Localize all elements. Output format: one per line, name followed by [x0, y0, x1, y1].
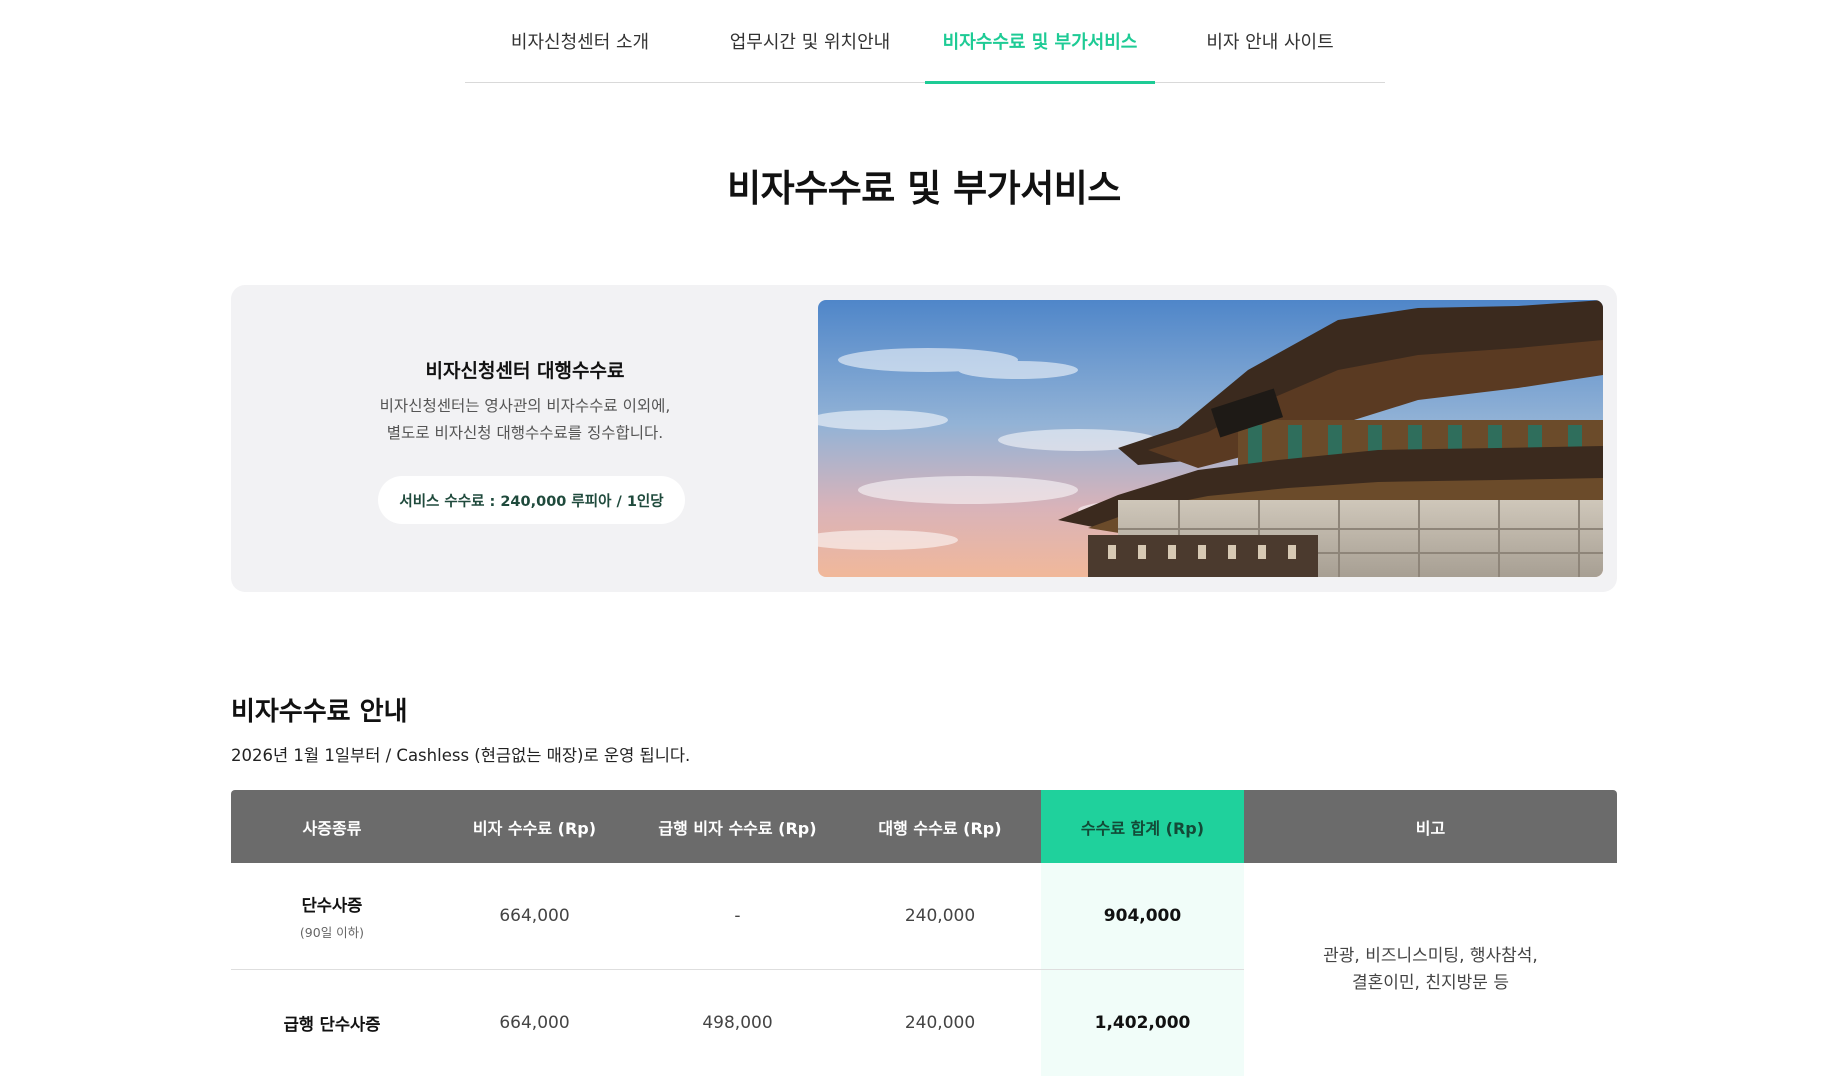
sub-navigation-tabs: 비자신청센터 소개 업무시간 및 위치안내 비자수수료 및 부가서비스 비자 안…: [465, 0, 1385, 83]
visa-type-cell: 단수사증 (90일 이하): [231, 863, 433, 970]
table-header-row: 사증종류 비자 수수료 (Rp) 급행 비자 수수료 (Rp) 대행 수수료 (…: [231, 790, 1617, 863]
agency-fee-cell: 240,000: [839, 970, 1041, 1076]
header-remark: 비고: [1244, 790, 1617, 863]
tab-hours-location[interactable]: 업무시간 및 위치안내: [695, 0, 925, 82]
header-total-fee: 수수료 합계 (Rp): [1041, 790, 1244, 863]
hero-text-block: 비자신청센터 대행수수료 비자신청센터는 영사관의 비자수수료 이외에, 별도로…: [231, 285, 819, 592]
remark-line-2: 결혼이민, 친지방문 등: [1244, 970, 1617, 997]
visa-fee-cell: 664,000: [433, 863, 636, 970]
visa-type-name: 급행 단수사증: [231, 1011, 433, 1035]
cashless-notice: 2026년 1월 1일부터 / Cashless (현금없는 매장)로 운영 됩…: [231, 742, 690, 766]
header-express-fee: 급행 비자 수수료 (Rp): [636, 790, 839, 863]
total-fee-cell: 904,000: [1041, 863, 1244, 970]
hero-description-line-1: 비자신청센터는 영사관의 비자수수료 이외에,: [231, 393, 819, 420]
table-row: 단수사증 (90일 이하) 664,000 - 240,000 904,000 …: [231, 863, 1617, 970]
tab-visa-center-intro[interactable]: 비자신청센터 소개: [465, 0, 695, 82]
service-fee-hero-card: 비자신청센터 대행수수료 비자신청센터는 영사관의 비자수수료 이외에, 별도로…: [231, 285, 1617, 592]
header-agency-fee: 대행 수수료 (Rp): [839, 790, 1041, 863]
palace-gate-image: [818, 300, 1603, 577]
express-fee-cell: -: [636, 863, 839, 970]
total-fee-cell: 1,402,000: [1041, 970, 1244, 1076]
remark-line-1: 관광, 비즈니스미팅, 행사참석,: [1244, 943, 1617, 970]
hero-description: 비자신청센터는 영사관의 비자수수료 이외에, 별도로 비자신청 대행수수료를 …: [231, 393, 819, 447]
visa-type-name: 단수사증: [231, 892, 433, 916]
service-fee-badge: 서비스 수수료 : 240,000 루피아 / 1인당: [378, 476, 685, 524]
hero-description-line-2: 별도로 비자신청 대행수수료를 징수합니다.: [231, 420, 819, 447]
fee-section-title: 비자수수료 안내: [231, 691, 408, 728]
agency-fee-cell: 240,000: [839, 863, 1041, 970]
visa-fee-table: 사증종류 비자 수수료 (Rp) 급행 비자 수수료 (Rp) 대행 수수료 (…: [231, 790, 1617, 1076]
tab-visa-info-site[interactable]: 비자 안내 사이트: [1155, 0, 1385, 82]
page-title: 비자수수료 및 부가서비스: [0, 158, 1848, 212]
visa-type-cell: 급행 단수사증: [231, 970, 433, 1076]
visa-fee-cell: 664,000: [433, 970, 636, 1076]
express-fee-cell: 498,000: [636, 970, 839, 1076]
header-visa-type: 사증종류: [231, 790, 433, 863]
tab-fees-services[interactable]: 비자수수료 및 부가서비스: [925, 0, 1155, 82]
hero-title: 비자신청센터 대행수수료: [231, 356, 819, 383]
visa-type-note: (90일 이하): [231, 922, 433, 941]
palace-gate-illustration: [818, 300, 1603, 577]
remark-cell: 관광, 비즈니스미팅, 행사참석, 결혼이민, 친지방문 등: [1244, 863, 1617, 1076]
header-visa-fee: 비자 수수료 (Rp): [433, 790, 636, 863]
